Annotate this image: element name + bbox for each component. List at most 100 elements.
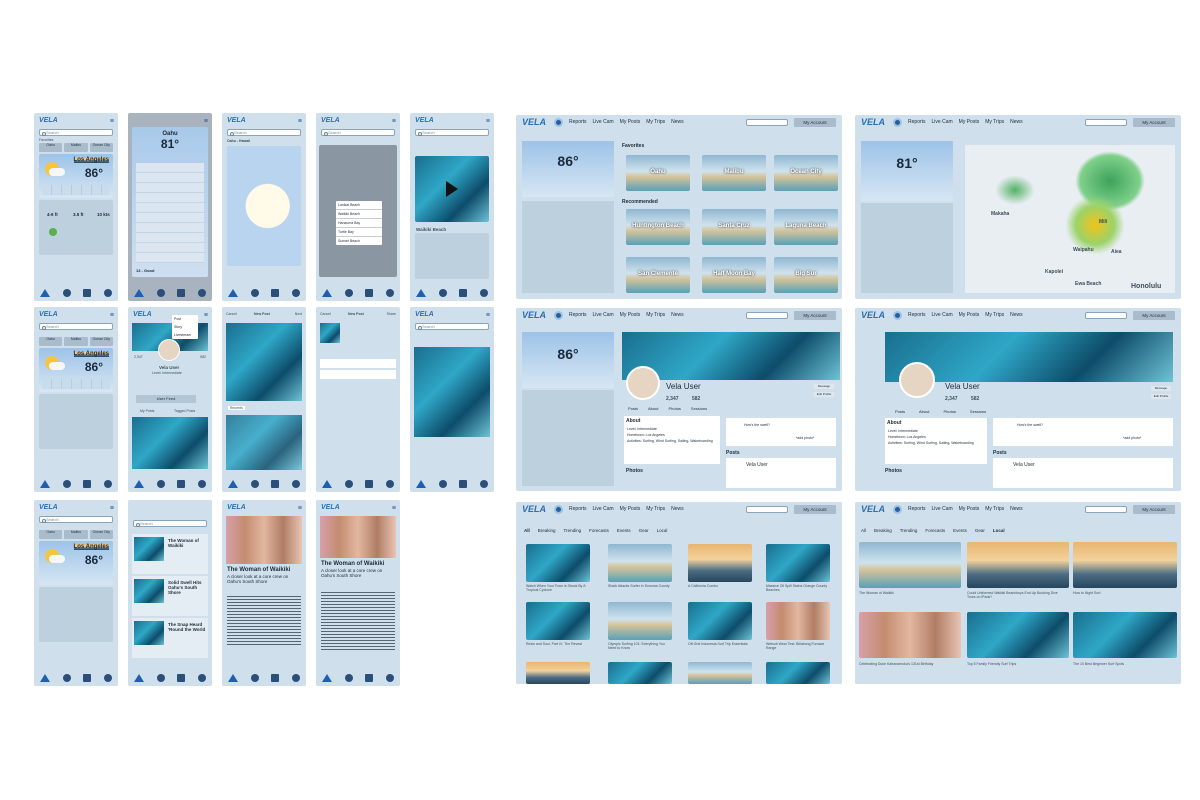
nav-reports[interactable]: Reports xyxy=(569,119,587,125)
nav-reports[interactable]: Reports xyxy=(569,506,587,512)
globe-icon[interactable] xyxy=(344,674,353,682)
profile-icon[interactable] xyxy=(291,674,300,682)
nav-news[interactable]: News xyxy=(1010,119,1023,125)
rec-card-huntington[interactable]: Huntington Beach xyxy=(626,209,690,245)
island-map[interactable] xyxy=(227,146,301,266)
post-grid[interactable] xyxy=(132,417,208,469)
profile-icon[interactable] xyxy=(385,289,394,297)
news-thumb[interactable] xyxy=(688,662,752,684)
weather-card[interactable]: 86° xyxy=(522,332,614,388)
fav-oahu[interactable]: Oahu xyxy=(39,143,63,152)
menu-icon[interactable]: ≡ xyxy=(298,118,302,125)
globe-icon[interactable] xyxy=(62,480,71,488)
next-button[interactable]: Next xyxy=(295,312,302,316)
tab-trending[interactable]: Trending xyxy=(900,528,918,533)
nav-news[interactable]: News xyxy=(1010,312,1023,318)
news-icon[interactable] xyxy=(177,480,186,488)
weather-card[interactable]: 81° xyxy=(861,141,953,201)
globe-icon[interactable] xyxy=(156,480,165,488)
nav-my-trips[interactable]: My Trips xyxy=(985,312,1004,318)
fav-malibu[interactable]: Malibu xyxy=(64,530,88,539)
nav-live-cam[interactable]: Live Cam xyxy=(593,119,614,125)
post-card[interactable]: Vela User xyxy=(726,458,836,488)
search-input[interactable]: Search xyxy=(415,129,489,136)
news-title[interactable]: Wetsuit Wear Test: Billabong Furnace Ran… xyxy=(766,642,830,650)
add-photo-link[interactable]: *add photo* xyxy=(1123,436,1141,440)
menu-icon[interactable]: ≡ xyxy=(204,312,208,319)
add-location-field[interactable] xyxy=(320,359,396,368)
tab-events[interactable]: Events xyxy=(953,528,967,533)
tab-events[interactable]: Events xyxy=(617,528,631,533)
tab-about[interactable]: About xyxy=(919,409,929,414)
news-thumb[interactable] xyxy=(766,602,830,640)
news-icon[interactable] xyxy=(365,674,374,682)
news-icon[interactable] xyxy=(459,480,468,488)
play-icon[interactable] xyxy=(446,181,458,197)
my-account-button[interactable]: My Account xyxy=(794,117,836,127)
photo-grid[interactable] xyxy=(226,415,302,470)
tab-breaking[interactable]: Breaking xyxy=(538,528,556,533)
nav-reports[interactable]: Reports xyxy=(569,312,587,318)
tab-gear[interactable]: Gear xyxy=(975,528,985,533)
nav-my-posts[interactable]: My Posts xyxy=(959,506,980,512)
menu-icon[interactable]: ≡ xyxy=(110,505,114,512)
message-button[interactable]: Message xyxy=(1151,386,1171,391)
news-title[interactable]: A California Combo xyxy=(688,584,752,588)
edit-profile-button[interactable]: Edit Profile xyxy=(1151,394,1171,399)
search-input[interactable]: Search xyxy=(227,129,301,136)
profile-icon[interactable] xyxy=(385,674,394,682)
news-title[interactable]: Massive Oil Spill Stains Orange County B… xyxy=(766,584,830,592)
news-title[interactable]: Shark Attacks Surfer in Sonoma County xyxy=(608,584,672,588)
fav-card-malibu[interactable]: Malibu xyxy=(702,155,766,191)
local-title[interactable]: The Woman of Waikiki xyxy=(859,591,959,595)
fav-oahu[interactable]: Oahu xyxy=(39,337,63,346)
search-input[interactable] xyxy=(1085,505,1127,513)
news-thumb[interactable] xyxy=(608,544,672,582)
nav-news[interactable]: News xyxy=(1010,506,1023,512)
add-photo-link[interactable]: *add photo* xyxy=(796,436,814,440)
fav-card-ocean-city[interactable]: Ocean City xyxy=(774,155,838,191)
avatar[interactable] xyxy=(158,339,180,361)
nav-my-posts[interactable]: My Posts xyxy=(620,506,641,512)
search-input[interactable] xyxy=(746,118,788,126)
new-post-box[interactable]: How's the swell? *add photo* xyxy=(993,418,1173,446)
user-feed-button[interactable]: User Feed xyxy=(136,395,196,403)
home-icon[interactable] xyxy=(134,674,145,682)
nav-reports[interactable]: Reports xyxy=(908,119,926,125)
nav-news[interactable]: News xyxy=(671,506,684,512)
search-input[interactable] xyxy=(1085,311,1127,319)
globe-icon[interactable] xyxy=(156,289,165,297)
home-icon[interactable] xyxy=(322,289,333,297)
globe-icon[interactable] xyxy=(62,289,71,297)
news-title[interactable]: Off-Grid Indonesia Surf Trip Essentials xyxy=(688,642,752,646)
fav-ocean-city[interactable]: Ocean City xyxy=(89,337,113,346)
nav-live-cam[interactable]: Live Cam xyxy=(932,506,953,512)
profile-icon[interactable] xyxy=(291,480,300,488)
menu-story[interactable]: Story xyxy=(172,323,198,331)
news-icon[interactable] xyxy=(83,289,92,297)
recents-dropdown[interactable]: Recents xyxy=(228,406,245,410)
menu-icon[interactable]: ≡ xyxy=(110,118,114,125)
share-button[interactable]: Share xyxy=(387,312,396,316)
rec-card-big-sur[interactable]: Big Sur xyxy=(774,257,838,293)
globe-icon[interactable] xyxy=(344,289,353,297)
beach-dropdown[interactable]: Lanikai Beach Waikiki Beach Hanauma Bay … xyxy=(336,201,382,245)
search-input[interactable] xyxy=(1085,118,1127,126)
news-icon[interactable] xyxy=(459,289,468,297)
search-input[interactable] xyxy=(746,505,788,513)
news-title[interactable]: Resin and Soul, Part IV: The Reveal xyxy=(526,642,590,646)
news-icon[interactable] xyxy=(271,674,280,682)
story-card[interactable]: The Woman of Waikiki xyxy=(132,534,208,574)
dropdown-item[interactable]: Lanikai Beach xyxy=(336,201,382,210)
dropdown-item[interactable]: Turtle Bay xyxy=(336,228,382,237)
news-icon[interactable] xyxy=(365,289,374,297)
tab-about[interactable]: About xyxy=(648,406,658,411)
weather-card[interactable]: Los Angeles 86° xyxy=(39,154,113,198)
local-thumb[interactable] xyxy=(859,542,961,588)
home-icon[interactable] xyxy=(40,289,51,297)
fav-oahu[interactable]: Oahu xyxy=(39,530,63,539)
avatar[interactable] xyxy=(899,362,935,398)
profile-icon[interactable] xyxy=(291,289,300,297)
home-icon[interactable] xyxy=(40,674,51,682)
news-thumb[interactable] xyxy=(526,544,590,582)
